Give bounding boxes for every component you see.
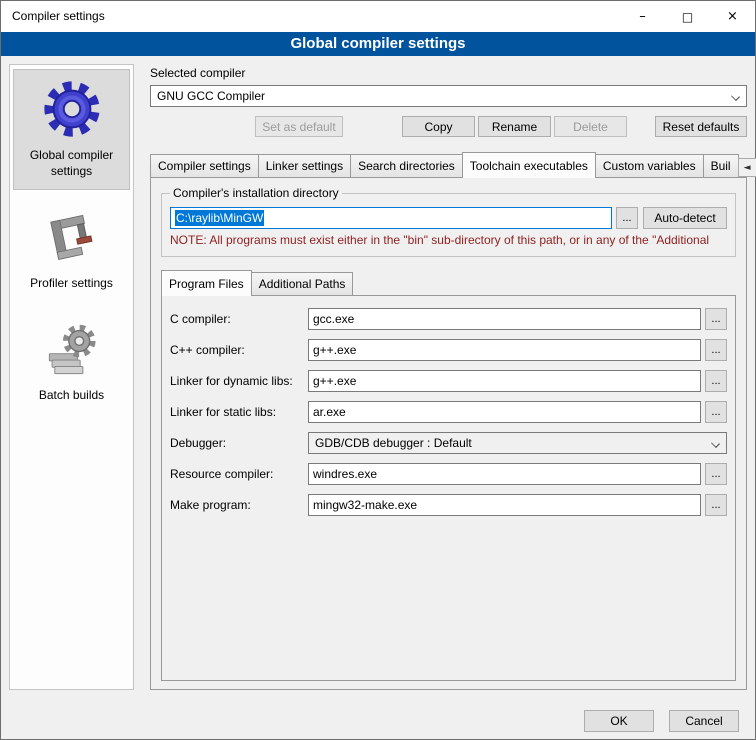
gray-gear-stack-icon: [43, 322, 101, 380]
window-title: Compiler settings: [1, 1, 620, 32]
set-as-default-button[interactable]: Set as default: [255, 116, 343, 137]
cancel-button[interactable]: Cancel: [669, 710, 739, 732]
copy-button[interactable]: Copy: [402, 116, 475, 137]
cpp-compiler-input[interactable]: g++.exe: [308, 339, 701, 361]
cpp-compiler-browse-button[interactable]: ...: [705, 339, 727, 361]
settings-tabstrip: Compiler settings Linker settings Search…: [150, 152, 747, 177]
linker-dynamic-input[interactable]: g++.exe: [308, 370, 701, 392]
resource-compiler-value: windres.exe: [313, 467, 377, 481]
reset-defaults-button[interactable]: Reset defaults: [655, 116, 747, 137]
sidebar-item-label: Batch builds: [39, 388, 104, 404]
tab-scroll-left-icon[interactable]: ◄: [738, 158, 756, 177]
chevron-down-icon: [711, 439, 720, 448]
make-program-row: Make program: mingw32-make.exe ...: [170, 494, 727, 516]
compiler-actions: Set as default Copy Rename Delete Reset …: [150, 116, 747, 137]
cpp-compiler-label: C++ compiler:: [170, 343, 308, 357]
profiler-clamp-icon: [43, 210, 101, 268]
subtab-additional-paths[interactable]: Additional Paths: [251, 272, 354, 295]
sidebar-item-global-compiler-settings[interactable]: Global compiler settings: [13, 69, 130, 190]
close-icon: ×: [727, 9, 738, 24]
make-program-label: Make program:: [170, 498, 308, 512]
linker-dynamic-value: g++.exe: [313, 374, 356, 388]
tab-search-directories[interactable]: Search directories: [350, 154, 463, 177]
ok-button[interactable]: OK: [584, 710, 654, 732]
tab-compiler-settings[interactable]: Compiler settings: [150, 154, 259, 177]
tab-build-options-truncated[interactable]: Buil: [703, 154, 739, 177]
c-compiler-browse-button[interactable]: ...: [705, 308, 727, 330]
c-compiler-input[interactable]: gcc.exe: [308, 308, 701, 330]
settings-category-list: Global compiler settings Profiler settin…: [9, 64, 134, 690]
resource-compiler-browse-button[interactable]: ...: [705, 463, 727, 485]
maximize-button[interactable]: □: [665, 1, 710, 32]
sidebar-item-batch-builds[interactable]: Batch builds: [13, 314, 130, 414]
main-panel: Selected compiler GNU GCC Compiler Set a…: [150, 64, 747, 690]
cpp-compiler-row: C++ compiler: g++.exe ...: [170, 339, 727, 361]
tab-linker-settings[interactable]: Linker settings: [258, 154, 351, 177]
linker-static-label: Linker for static libs:: [170, 405, 308, 419]
make-program-value: mingw32-make.exe: [313, 498, 417, 512]
installation-directory-value: C:\raylib\MinGW: [175, 210, 264, 226]
minimize-icon: –: [639, 9, 646, 24]
debugger-row: Debugger: GDB/CDB debugger : Default: [170, 432, 727, 454]
subtab-program-files[interactable]: Program Files: [161, 270, 252, 296]
toolchain-executables-panel: Compiler's installation directory C:\ray…: [150, 177, 747, 690]
tab-scroll-arrows: ◄ ►: [738, 158, 756, 177]
resource-compiler-input[interactable]: windres.exe: [308, 463, 701, 485]
installation-directory-group-title: Compiler's installation directory: [170, 186, 342, 200]
resource-compiler-label: Resource compiler:: [170, 467, 308, 481]
compiler-select[interactable]: GNU GCC Compiler: [150, 85, 747, 107]
resource-compiler-row: Resource compiler: windres.exe ...: [170, 463, 727, 485]
linker-dynamic-label: Linker for dynamic libs:: [170, 374, 308, 388]
maximize-icon: □: [682, 10, 693, 24]
sidebar-item-profiler-settings[interactable]: Profiler settings: [13, 202, 130, 302]
c-compiler-value: gcc.exe: [313, 312, 354, 326]
linker-dynamic-row: Linker for dynamic libs: g++.exe ...: [170, 370, 727, 392]
linker-static-row: Linker for static libs: ar.exe ...: [170, 401, 727, 423]
close-button[interactable]: ×: [710, 1, 755, 32]
dialog-footer: OK Cancel: [1, 696, 755, 739]
linker-static-browse-button[interactable]: ...: [705, 401, 727, 423]
titlebar: Compiler settings – □ ×: [1, 1, 755, 32]
dialog-header: Global compiler settings: [1, 32, 755, 56]
c-compiler-row: C compiler: gcc.exe ...: [170, 308, 727, 330]
blue-gear-icon: [41, 78, 103, 140]
chevron-down-icon: [731, 92, 740, 101]
rename-button[interactable]: Rename: [478, 116, 551, 137]
linker-dynamic-browse-button[interactable]: ...: [705, 370, 727, 392]
minimize-button[interactable]: –: [620, 1, 665, 32]
debugger-select[interactable]: GDB/CDB debugger : Default: [308, 432, 727, 454]
sidebar-item-label: Profiler settings: [30, 276, 113, 292]
debugger-label: Debugger:: [170, 436, 308, 450]
installation-note: NOTE: All programs must exist either in …: [170, 233, 727, 247]
make-program-input[interactable]: mingw32-make.exe: [308, 494, 701, 516]
debugger-value: GDB/CDB debugger : Default: [315, 436, 472, 450]
compiler-select-value: GNU GCC Compiler: [157, 89, 265, 103]
installation-directory-row: C:\raylib\MinGW ... Auto-detect: [170, 207, 727, 229]
program-files-panel: C compiler: gcc.exe ... C++ compiler: g+…: [161, 295, 736, 681]
tab-toolchain-executables[interactable]: Toolchain executables: [462, 152, 596, 178]
cpp-compiler-value: g++.exe: [313, 343, 356, 357]
sidebar-item-label: Global compiler settings: [16, 148, 127, 179]
tab-custom-variables[interactable]: Custom variables: [595, 154, 704, 177]
auto-detect-button[interactable]: Auto-detect: [643, 207, 727, 229]
installation-directory-browse-button[interactable]: ...: [616, 207, 638, 229]
compiler-settings-dialog: Compiler settings – □ × Global compiler …: [0, 0, 756, 740]
delete-button[interactable]: Delete: [554, 116, 627, 137]
c-compiler-label: C compiler:: [170, 312, 308, 326]
selected-compiler-label: Selected compiler: [150, 66, 747, 80]
dialog-body: Global compiler settings Profiler settin…: [1, 56, 755, 696]
make-program-browse-button[interactable]: ...: [705, 494, 727, 516]
linker-static-value: ar.exe: [313, 405, 346, 419]
linker-static-input[interactable]: ar.exe: [308, 401, 701, 423]
installation-directory-group: Compiler's installation directory C:\ray…: [161, 186, 736, 257]
installation-directory-input[interactable]: C:\raylib\MinGW: [170, 207, 612, 229]
toolchain-subtabs: Program Files Additional Paths: [161, 270, 736, 295]
